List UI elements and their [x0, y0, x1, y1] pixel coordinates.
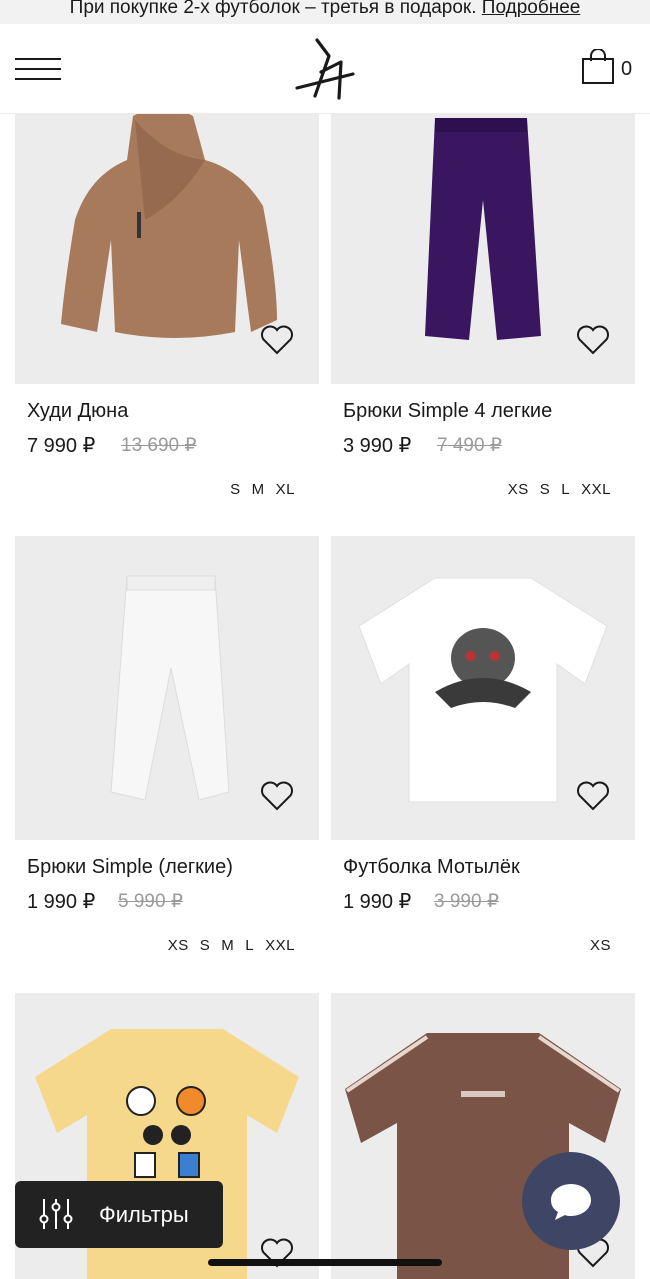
size-option[interactable]: XS	[508, 481, 529, 498]
brand-logo[interactable]	[293, 38, 357, 102]
chat-button[interactable]	[522, 1152, 620, 1250]
menu-line-icon	[15, 68, 61, 70]
chat-bubble-icon	[551, 1184, 591, 1220]
heart-icon[interactable]	[259, 324, 295, 356]
heart-icon[interactable]	[259, 780, 295, 812]
filters-button[interactable]: Фильтры	[15, 1181, 223, 1248]
shopping-bag-icon	[582, 49, 614, 84]
size-option[interactable]: XXL	[265, 937, 295, 954]
product-image[interactable]	[331, 80, 635, 384]
cart-button[interactable]: 0	[581, 49, 637, 89]
menu-line-icon	[15, 58, 61, 60]
product-price: 1 990 ₽	[343, 891, 412, 913]
size-option[interactable]: S	[230, 481, 241, 498]
filters-label: Фильтры	[99, 1202, 189, 1227]
product-price: 1 990 ₽	[27, 891, 96, 913]
product-sizes: XS S L XXL	[497, 481, 611, 499]
size-option[interactable]: XL	[276, 481, 295, 498]
heart-icon[interactable]	[575, 324, 611, 356]
product-price: 7 990 ₽	[27, 435, 96, 457]
size-option[interactable]: S	[540, 481, 551, 498]
filter-sliders-icon	[39, 1199, 73, 1229]
product-name[interactable]: Футболка Мотылёк	[343, 855, 520, 879]
product-price: 3 990 ₽	[343, 435, 412, 457]
promo-text: При покупке 2-х футболок – третья в пода…	[69, 0, 482, 18]
size-option[interactable]: M	[252, 481, 265, 498]
size-option[interactable]: XS	[590, 937, 611, 954]
product-name[interactable]: Брюки Simple 4 легкие	[343, 399, 552, 423]
promo-banner: При покупке 2-х футболок – третья в пода…	[0, 0, 650, 24]
product-image[interactable]	[331, 536, 635, 840]
size-option[interactable]: XXL	[581, 481, 611, 498]
product-image[interactable]	[15, 536, 319, 840]
size-option[interactable]: L	[245, 937, 254, 954]
product-image[interactable]	[15, 80, 319, 384]
promo-more-link[interactable]: Подробнее	[482, 0, 581, 18]
size-option[interactable]: L	[561, 481, 570, 498]
product-name[interactable]: Худи Дюна	[27, 399, 128, 423]
product-old-price: 13 690 ₽	[121, 435, 197, 456]
size-option[interactable]: XS	[168, 937, 189, 954]
size-option[interactable]: M	[221, 937, 234, 954]
menu-line-icon	[15, 78, 61, 80]
cart-count: 0	[621, 58, 633, 80]
product-sizes: XS S M L XXL	[157, 937, 295, 955]
home-indicator	[208, 1259, 442, 1266]
size-option[interactable]: S	[200, 937, 211, 954]
header: 0	[0, 24, 650, 114]
product-name[interactable]: Брюки Simple (легкие)	[27, 855, 233, 879]
menu-button[interactable]	[15, 58, 61, 82]
product-sizes: S M XL	[219, 481, 295, 499]
product-old-price: 3 990 ₽	[434, 891, 499, 912]
heart-icon[interactable]	[575, 780, 611, 812]
product-old-price: 5 990 ₽	[118, 891, 183, 912]
product-sizes: XS	[579, 937, 611, 955]
product-old-price: 7 490 ₽	[437, 435, 502, 456]
